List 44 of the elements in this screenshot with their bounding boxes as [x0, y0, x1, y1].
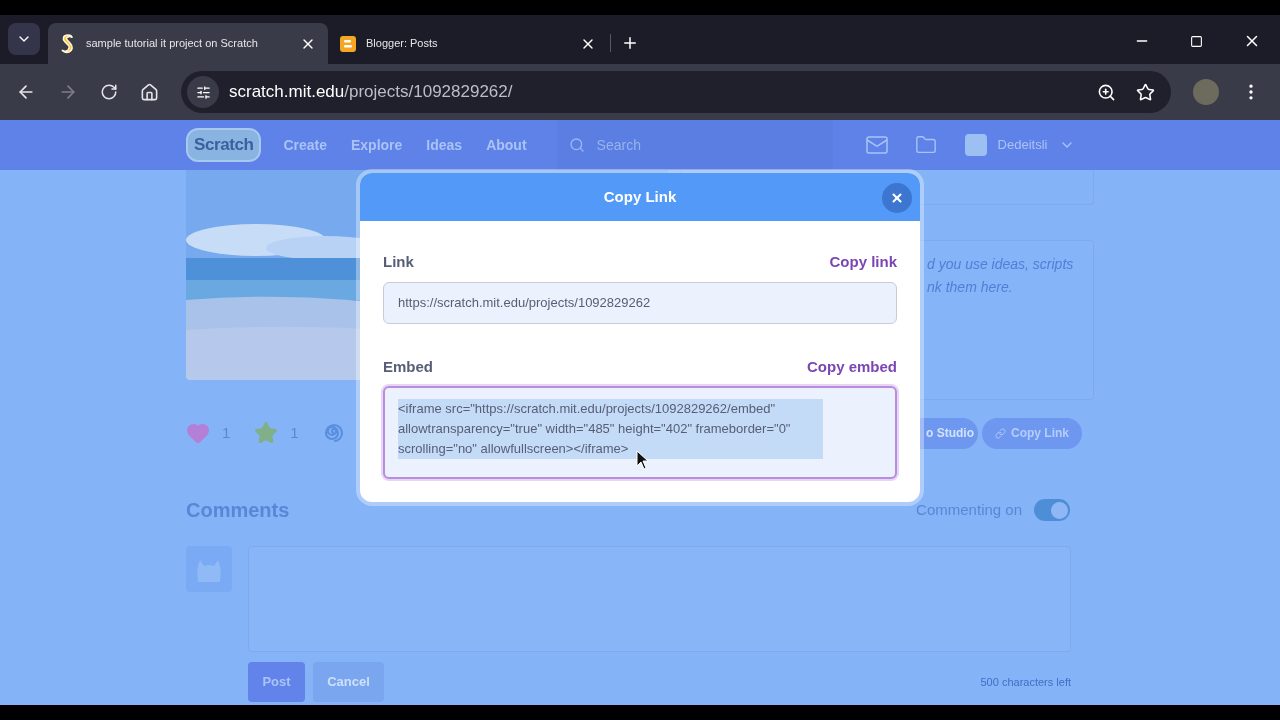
field-label: Link — [383, 252, 414, 272]
link-icon — [995, 427, 1006, 439]
search-field[interactable]: Search — [556, 120, 833, 170]
username[interactable]: Dedeitsli — [997, 135, 1048, 155]
embed-field[interactable]: <iframe src="https://scratch.mit.edu/projects/1092829262/embed" allowtransparency="true" width="485" height="402" frameborder="0" scrolling="no" allowfullscreen></iframe> — [383, 386, 897, 479]
dialog-title: Copy Link — [603, 186, 677, 207]
tab-title: sample tutorial it project on Scratch — [86, 36, 259, 52]
site-info-icon[interactable] — [195, 84, 211, 100]
commenting-toggle[interactable] — [1034, 499, 1070, 521]
search-icon — [568, 137, 585, 153]
zoom-icon[interactable] — [1097, 82, 1116, 102]
reload-icon[interactable] — [100, 83, 118, 101]
star-icon[interactable] — [254, 421, 279, 445]
home-icon[interactable] — [140, 82, 159, 102]
nav-link[interactable]: About — [474, 134, 539, 156]
tab-logo-icon — [340, 35, 356, 52]
browser-tab[interactable]: Blogger: Posts — [328, 23, 608, 64]
copy-button[interactable]: Copy embed — [807, 355, 897, 378]
new-tab-icon[interactable] — [621, 34, 639, 52]
maximize-icon[interactable] — [1190, 34, 1203, 48]
link-value: https://scratch.mit.edu/projects/1092829262 — [398, 293, 651, 312]
url-text: scratch.mit.edu/projects/1092829262/ — [229, 81, 513, 104]
bookmark-star-icon[interactable] — [1136, 82, 1155, 102]
link-field[interactable]: https://scratch.mit.edu/projects/1092829262 — [383, 281, 897, 324]
field-label: Embed — [383, 356, 433, 377]
scratch-logo[interactable]: Scratch — [186, 128, 262, 162]
nav-link[interactable]: Explore — [339, 134, 415, 156]
embed-code: <iframe src="https://scratch.mit.edu/projects/1092829262/embed" allowtransparency="true" width="485" height="402" frameborder="0" scrolling="no" allowfullscreen></iframe> — [398, 399, 823, 459]
tab-logo-icon — [60, 33, 76, 54]
close-button[interactable] — [882, 183, 912, 213]
cancel-button[interactable]: Cancel — [313, 662, 384, 702]
tab-list-button[interactable] — [8, 23, 40, 55]
nav-link[interactable]: Create — [271, 134, 339, 156]
address-bar[interactable]: scratch.mit.edu/projects/1092829262/ — [181, 71, 1171, 113]
close-icon — [890, 191, 904, 205]
nav-link[interactable]: Ideas — [414, 134, 475, 156]
copy-button[interactable]: Copy link — [829, 251, 897, 274]
tab-title: Blogger: Posts — [366, 36, 439, 52]
post-button[interactable]: Post — [248, 662, 305, 702]
copy-link-button[interactable]: Copy Link — [982, 417, 1082, 449]
cursor-icon — [636, 450, 649, 470]
browser-tab[interactable]: sample tutorial it project on Scratch — [48, 23, 328, 64]
characters-left: 500 characters left — [980, 674, 1071, 690]
search-placeholder: Search — [596, 135, 641, 155]
